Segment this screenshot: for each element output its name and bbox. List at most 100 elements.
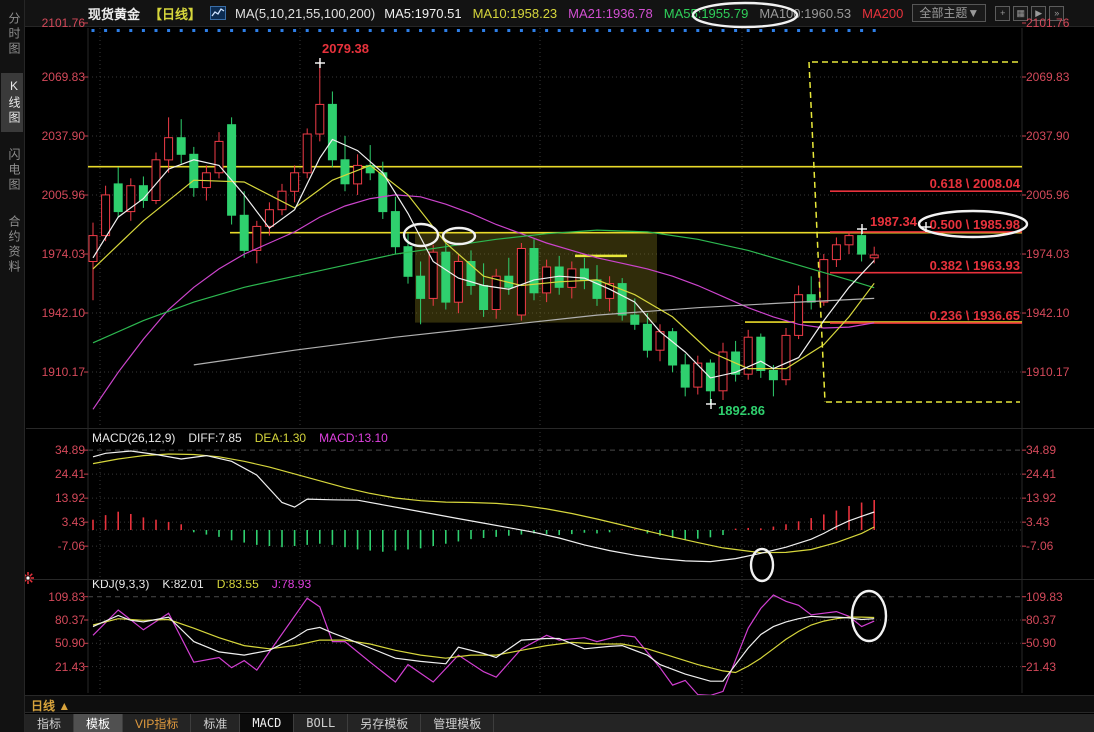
theme-dropdown-button[interactable]: 全部主题▼ (912, 4, 986, 22)
price-axis-label-right: 109.83 (1026, 590, 1086, 604)
annotation-ellipses (404, 3, 1027, 641)
ma-values: MA5:1970.51 MA10:1958.23 MA21:1936.78 MA55:… (384, 6, 903, 21)
price-axis-label-left: -7.06 (28, 539, 85, 553)
consolidation-zone (415, 233, 657, 323)
fib-level-label: 0.236 \ 1936.65 (930, 308, 1020, 323)
kdj-j-value: J:78.93 (272, 577, 311, 591)
price-axis-label-right: 2037.90 (1026, 129, 1086, 143)
fib-level-label: 0.500 \ 1985.98 (930, 217, 1020, 232)
price-axis-label-right: 1942.10 (1026, 306, 1086, 320)
anchor-crosses (315, 58, 931, 409)
macd-params: MACD(26,12,9) (92, 431, 175, 445)
ma-value-item: MA55:1955.79 (664, 6, 749, 21)
sidebar-item-分时图[interactable]: 分时图 (1, 6, 23, 63)
time-axis: 日线 ▲ (25, 695, 1094, 713)
price-axis-label-left: 24.41 (28, 467, 85, 481)
window-icons: +▦▶» (995, 6, 1064, 21)
period-tag: 【日线】 (149, 4, 201, 23)
price-axis-label-left: 1942.10 (28, 306, 85, 320)
price-axis-label-left: 3.43 (28, 515, 85, 529)
macd-diff-value: DIFF:7.85 (188, 431, 241, 445)
macd-dea-value: DEA:1.30 (255, 431, 306, 445)
price-axis-label-left: 2037.90 (28, 129, 85, 143)
toolbar-tab-指标[interactable]: 指标 (25, 714, 74, 732)
bottom-toolbar: 指标模板VIP指标标准MACDBOLL另存模板管理模板 (25, 714, 1094, 732)
sidebar-item-闪电图[interactable]: 闪电图 (1, 142, 23, 199)
fib-level-label: 0.382 \ 1963.93 (930, 258, 1020, 273)
toolbar-tab-BOLL[interactable]: BOLL (294, 714, 348, 732)
panes-icon[interactable]: ▦ (1013, 6, 1028, 21)
recent-high-label: 1987.34 (870, 214, 917, 229)
price-axis-label-right: 2005.96 (1026, 188, 1086, 202)
high-price-label: 2079.38 (322, 41, 369, 56)
fibonacci-lines (830, 191, 1022, 323)
macd-macd-value: MACD:13.10 (319, 431, 388, 445)
kdj-k-value: K:82.01 (162, 577, 203, 591)
kdj-params: KDJ(9,3,3) (92, 577, 149, 591)
price-axis-label-left: 2069.83 (28, 70, 85, 84)
price-axis-label-right: 13.92 (1026, 491, 1086, 505)
candlestick-series (89, 59, 878, 404)
top-bar: 现货黄金 【日线】 MA(5,10,21,55,100,200) MA5:197… (25, 0, 1094, 27)
kdj-d-value: D:83.55 (217, 577, 259, 591)
ma-lines (93, 140, 874, 410)
mini-chart-icon (210, 6, 226, 20)
low-price-label: 1892.86 (718, 403, 765, 418)
toolbar-tab-MACD[interactable]: MACD (240, 714, 294, 732)
price-axis-label-left: 1974.03 (28, 247, 85, 261)
price-axis-label-right: 1974.03 (1026, 247, 1086, 261)
ma-value-item: MA21:1936.78 (568, 6, 653, 21)
ma-value-item: MA5:1970.51 (384, 6, 461, 21)
kdj-lines (93, 595, 874, 695)
price-axis-label-right: 2069.83 (1026, 70, 1086, 84)
macd-lines (93, 451, 874, 562)
macd-cross-circle (751, 549, 773, 581)
left-sidebar: 分时图 K线图闪电图合约资料 (0, 0, 25, 732)
ma-group-label: MA(5,10,21,55,100,200) (235, 6, 375, 21)
price-axis-label-right: 34.89 (1026, 443, 1086, 457)
pane-arrow-icon[interactable]: ▶ (1031, 6, 1046, 21)
sidebar-item-合约资料[interactable]: 合约资料 (1, 209, 23, 281)
pane-borders (26, 23, 1094, 693)
kdj-pane-header: KDJ(9,3,3) K:82.01 D:83.55 J:78.93 (92, 577, 311, 591)
event-dots (92, 29, 876, 32)
price-axis-label-left: 13.92 (28, 491, 85, 505)
dashed-projection-lines (809, 62, 1020, 402)
price-axis-label-right: 50.90 (1026, 636, 1086, 650)
chart-canvas[interactable] (0, 0, 1094, 732)
toolbar-tab-另存模板[interactable]: 另存模板 (348, 714, 421, 732)
macd-histogram (93, 500, 874, 552)
interval-selector[interactable]: 日线 ▲ (31, 697, 70, 714)
vertical-gridlines (100, 28, 742, 693)
fib-0500-circle (919, 211, 1027, 237)
price-axis-label-left: 80.37 (28, 613, 85, 627)
price-axis-label-left: 34.89 (28, 443, 85, 457)
price-axis-label-right: 1910.17 (1026, 365, 1086, 379)
toolbar-tab-VIP指标[interactable]: VIP指标 (123, 714, 191, 732)
ma-value-item: MA10:1958.23 (473, 6, 558, 21)
sidebar-item-K线图[interactable]: K线图 (1, 73, 23, 132)
collapse-icon[interactable]: » (1049, 6, 1064, 21)
price-axis-label-left: 109.83 (28, 590, 85, 604)
price-axis-label-left: 50.90 (28, 636, 85, 650)
ma-cross-circle-1 (404, 224, 438, 246)
price-axis-label-right: -7.06 (1026, 539, 1086, 553)
price-axis-label-right: 80.37 (1026, 613, 1086, 627)
price-axis-label-left: 1910.17 (28, 365, 85, 379)
crosshair-icon[interactable]: + (995, 6, 1010, 21)
price-axis-label-right: 3.43 (1026, 515, 1086, 529)
price-axis-label-left: 2005.96 (28, 188, 85, 202)
price-axis-label-right: 21.43 (1026, 660, 1086, 674)
price-axis-label-left: 21.43 (28, 660, 85, 674)
toolbar-tab-标准[interactable]: 标准 (191, 714, 240, 732)
macd-pane-header: MACD(26,12,9) DIFF:7.85 DEA:1.30 MACD:13… (92, 431, 388, 445)
ma-cross-circle-2 (443, 228, 475, 244)
toolbar-tab-模板[interactable]: 模板 (74, 714, 123, 732)
labels-layer: 2101.762101.762069.832069.832037.902037.… (0, 0, 1094, 732)
symbol-title: 现货黄金 (88, 4, 140, 23)
ma-value-item: MA200 (862, 6, 903, 21)
toolbar-tab-管理模板[interactable]: 管理模板 (421, 714, 494, 732)
trading-app: 现货黄金 【日线】 MA(5,10,21,55,100,200) MA5:197… (0, 0, 1094, 732)
fib-level-label: 0.618 \ 2008.04 (930, 176, 1020, 191)
horizontal-annotation-lines (88, 167, 1022, 322)
